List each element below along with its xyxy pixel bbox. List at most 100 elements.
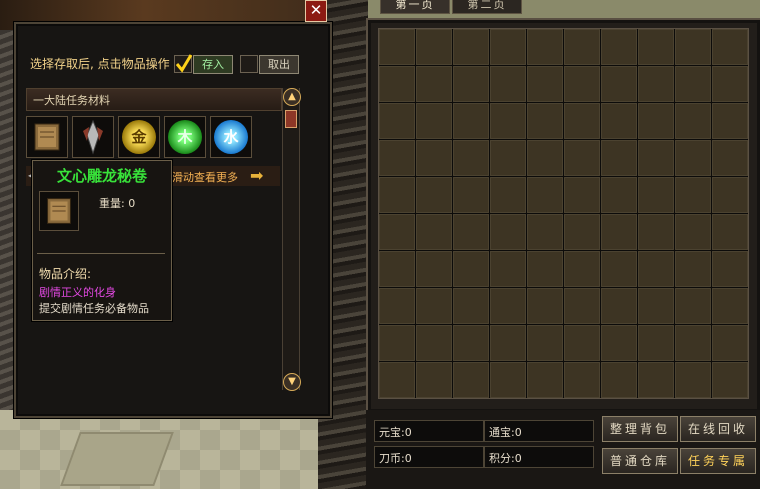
bag-slot[interactable] — [712, 177, 748, 213]
bag-slot[interactable] — [453, 214, 489, 250]
bag-slot[interactable] — [453, 325, 489, 361]
bag-slot[interactable] — [490, 362, 526, 398]
bag-slot[interactable] — [416, 251, 452, 287]
bag-slot[interactable] — [527, 140, 563, 176]
bag-slot[interactable] — [638, 325, 674, 361]
bag-slot[interactable] — [638, 251, 674, 287]
bag-slot[interactable] — [379, 288, 415, 324]
bag-slot[interactable] — [638, 66, 674, 102]
bag-slot[interactable] — [490, 140, 526, 176]
scroll-up-icon[interactable]: ▲ — [283, 88, 301, 106]
category-bar[interactable]: 一大陆任务材料 — [26, 88, 282, 111]
bag-slot[interactable] — [564, 66, 600, 102]
bag-slot[interactable] — [527, 177, 563, 213]
item-slot[interactable]: 水 — [210, 116, 252, 158]
bag-slot[interactable] — [527, 214, 563, 250]
bag-slot[interactable] — [416, 325, 452, 361]
bag-slot[interactable] — [638, 29, 674, 65]
bag-slot[interactable] — [490, 288, 526, 324]
warehouse-button[interactable]: 普通仓库 — [602, 448, 678, 474]
bag-slot[interactable] — [416, 362, 452, 398]
bag-slot[interactable] — [564, 103, 600, 139]
bag-slot[interactable] — [490, 325, 526, 361]
bag-slot[interactable] — [675, 66, 711, 102]
bag-slot[interactable] — [490, 251, 526, 287]
bag-slot[interactable] — [675, 103, 711, 139]
bag-slot[interactable] — [379, 66, 415, 102]
bag-slot[interactable] — [564, 362, 600, 398]
bag-slot[interactable] — [490, 66, 526, 102]
bag-slot[interactable] — [564, 29, 600, 65]
item-slot[interactable] — [26, 116, 68, 158]
bag-slot[interactable] — [712, 362, 748, 398]
tab-page-2[interactable]: 第二页 — [452, 0, 522, 14]
item-slot[interactable]: 金 — [118, 116, 160, 158]
bag-slot[interactable] — [712, 214, 748, 250]
bag-slot[interactable] — [601, 288, 637, 324]
bag-slot[interactable] — [527, 66, 563, 102]
bag-slot[interactable] — [638, 103, 674, 139]
withdraw-checkbox[interactable] — [240, 55, 258, 73]
bag-slot[interactable] — [712, 325, 748, 361]
bag-slot[interactable] — [675, 214, 711, 250]
bag-slot[interactable] — [712, 29, 748, 65]
bag-slot[interactable] — [638, 362, 674, 398]
bag-slot[interactable] — [490, 214, 526, 250]
bag-slot[interactable] — [638, 288, 674, 324]
arrow-right-icon[interactable]: ➡ — [250, 168, 263, 184]
bag-slot[interactable] — [379, 362, 415, 398]
storage-scrollbar[interactable]: ▲ ▼ — [282, 88, 301, 391]
bag-slot[interactable] — [564, 288, 600, 324]
bag-slot[interactable] — [453, 29, 489, 65]
bag-slot[interactable] — [564, 140, 600, 176]
bag-slot[interactable] — [601, 251, 637, 287]
bag-slot[interactable] — [527, 103, 563, 139]
bag-slot[interactable] — [416, 177, 452, 213]
bag-slot[interactable] — [527, 325, 563, 361]
online-recycle-button[interactable]: 在线回收 — [680, 416, 756, 442]
bag-slot[interactable] — [712, 288, 748, 324]
bag-slot[interactable] — [379, 103, 415, 139]
scroll-down-icon[interactable]: ▼ — [283, 373, 301, 391]
bag-slot[interactable] — [638, 214, 674, 250]
bag-slot[interactable] — [675, 177, 711, 213]
bag-slot[interactable] — [453, 103, 489, 139]
bag-slot[interactable] — [416, 288, 452, 324]
bag-slot[interactable] — [453, 66, 489, 102]
bag-slot[interactable] — [712, 66, 748, 102]
bag-slot[interactable] — [564, 177, 600, 213]
bag-slot[interactable] — [601, 29, 637, 65]
bag-slot[interactable] — [601, 362, 637, 398]
bag-slot[interactable] — [379, 214, 415, 250]
bag-slot[interactable] — [601, 66, 637, 102]
bag-slot[interactable] — [416, 66, 452, 102]
bag-slot[interactable] — [416, 103, 452, 139]
bag-slot[interactable] — [379, 29, 415, 65]
bag-slot[interactable] — [379, 177, 415, 213]
bag-slot[interactable] — [453, 140, 489, 176]
deposit-button[interactable]: 存入 — [193, 55, 233, 74]
bag-slot[interactable] — [453, 177, 489, 213]
bag-slot[interactable] — [379, 251, 415, 287]
bag-slot[interactable] — [638, 140, 674, 176]
bag-slot[interactable] — [675, 29, 711, 65]
bag-slot[interactable] — [416, 140, 452, 176]
scroll-thumb[interactable] — [285, 110, 297, 128]
bag-slot[interactable] — [490, 29, 526, 65]
bag-slot[interactable] — [490, 103, 526, 139]
bag-slot[interactable] — [564, 214, 600, 250]
bag-slot[interactable] — [527, 29, 563, 65]
bag-slot[interactable] — [712, 251, 748, 287]
bag-slot[interactable] — [675, 325, 711, 361]
bag-slot[interactable] — [379, 140, 415, 176]
bag-slot[interactable] — [601, 140, 637, 176]
bag-slot[interactable] — [527, 288, 563, 324]
bag-slot[interactable] — [712, 103, 748, 139]
bag-slot[interactable] — [675, 362, 711, 398]
bag-slot[interactable] — [527, 251, 563, 287]
bag-slot[interactable] — [453, 288, 489, 324]
bag-slot[interactable] — [564, 325, 600, 361]
bag-slot[interactable] — [453, 362, 489, 398]
bag-slot[interactable] — [490, 177, 526, 213]
bag-slot[interactable] — [416, 214, 452, 250]
